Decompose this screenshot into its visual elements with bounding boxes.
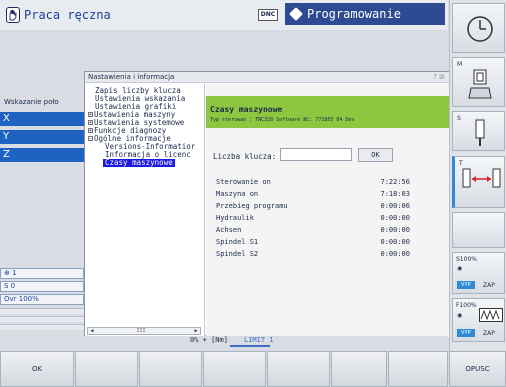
load-value: 0% + [Nm] — [190, 336, 228, 344]
window-controls[interactable]: ? ⊠ — [433, 72, 445, 83]
mode-programming-label: Programowanie — [307, 7, 401, 21]
header-bar: Praca ręczna DNC Programowanie — [0, 0, 448, 30]
axis-x: X — [0, 112, 84, 126]
status-bar — [0, 308, 84, 314]
dnc-icon: DNC — [258, 9, 278, 21]
softkey-empty[interactable] — [331, 351, 387, 387]
axis-y: Y — [0, 130, 84, 144]
m-function-button[interactable]: M — [452, 57, 505, 107]
hand-icon — [6, 7, 20, 23]
key-number-input[interactable] — [280, 148, 352, 161]
time-row: Spindel S1 0:00:00 — [216, 238, 410, 246]
spindle-override[interactable]: S100% ◉ VYP ZAP — [452, 252, 505, 294]
clock-icon — [467, 16, 493, 42]
status-bar — [0, 324, 84, 330]
time-row: Maszyna on 7:18:03 — [216, 190, 410, 198]
softkey-empty[interactable] — [388, 351, 448, 387]
scroll-right-icon[interactable]: ▶ — [192, 328, 200, 334]
spindle-override-value: S100% — [456, 256, 477, 263]
tool-change-icon — [462, 168, 501, 188]
dialog-title: Nastawienia i informacja — [88, 73, 175, 81]
expand-icon[interactable]: + — [88, 128, 93, 134]
feed-override-value: F100% — [456, 302, 477, 309]
tree-horizontal-scrollbar[interactable]: ◀ III ▶ — [87, 327, 201, 335]
axis-z: Z — [0, 148, 84, 162]
s-label: S — [457, 115, 461, 122]
times-list: Sterowanie on 7:22:56 Maszyna on 7:18:03 P… — [206, 178, 446, 262]
mode-manual[interactable]: Praca ręczna — [6, 5, 111, 25]
machine-times-panel: Czasy maszynowe Typ sterowan : TNC320 So… — [206, 84, 451, 337]
status-title: Wskazanie poło — [4, 98, 59, 106]
softkey-empty[interactable] — [75, 351, 138, 387]
tool-status: ⊕ 1 — [0, 268, 84, 279]
softkey-bar: OK OPUSC — [0, 351, 506, 387]
feed-on-label[interactable]: ZAP — [483, 330, 495, 337]
collapse-icon[interactable]: − — [88, 136, 93, 142]
t-function-button[interactable]: T — [452, 156, 505, 208]
key-ok-button[interactable]: OK — [358, 148, 393, 162]
spindle-icon — [475, 119, 485, 146]
softkey-close[interactable]: OPUSC — [449, 351, 506, 387]
s-function-button[interactable]: S — [452, 111, 505, 151]
spindle-override-icon: ◉ — [457, 265, 463, 272]
load-indicator-row: 0% + [Nm] LIMIT 1 — [84, 336, 448, 347]
feed-override[interactable]: F100% ◉ VYP ZAP — [452, 298, 505, 342]
t-label: T — [459, 160, 463, 167]
limit-label: LIMIT 1 — [244, 336, 274, 344]
edit-icon — [289, 7, 303, 21]
override-status: Ovr 100% — [0, 294, 84, 305]
expand-icon[interactable]: + — [88, 112, 93, 118]
softkey-ok[interactable]: OK — [0, 351, 74, 387]
feed-wave-icon — [479, 308, 503, 322]
load-bar — [230, 345, 270, 347]
softkey-empty[interactable] — [203, 351, 266, 387]
time-row: Sterowanie on 7:22:56 — [216, 178, 410, 186]
spindle-on-label[interactable]: ZAP — [483, 282, 495, 289]
scroll-left-icon[interactable]: ◀ — [88, 328, 96, 334]
panel-subtitle: Typ sterowan : TNC320 Software NC: 77185… — [210, 117, 355, 123]
settings-dialog: Nastawienia i informacja ? ⊠ Zapis liczb… — [84, 71, 452, 337]
feed-override-icon: ◉ — [457, 312, 463, 319]
spindle-status: S 0 — [0, 281, 84, 292]
time-row: Achsen 0:00:00 — [216, 226, 410, 234]
settings-tree: Zapis liczby klucza Ustawienia wskazania… — [85, 84, 205, 337]
tree-item-selected[interactable]: Czasy maszynowe — [103, 159, 175, 167]
clock-button[interactable] — [452, 3, 505, 53]
softkey-empty[interactable] — [139, 351, 202, 387]
time-row: Hydraulik 0:00:00 — [216, 214, 410, 222]
softkey-empty[interactable] — [267, 351, 330, 387]
panel-header: Czasy maszynowe Typ sterowan : TNC320 So… — [206, 96, 451, 128]
tool-number: 1 — [12, 269, 17, 277]
mode-manual-label: Praca ręczna — [24, 8, 111, 22]
right-sidebar: M S T S100% ◉ VYP ZAP F100% ◉ VYP ZAP — [449, 0, 506, 351]
time-row: Spindel S2 0:00:00 — [216, 250, 410, 258]
status-bar — [0, 316, 84, 322]
sidebar-empty-button[interactable] — [452, 212, 505, 248]
tool-icon: ⊕ — [4, 269, 10, 277]
machine-icon — [468, 69, 492, 99]
expand-icon[interactable]: + — [88, 120, 93, 126]
m-label: M — [457, 61, 463, 68]
spindle-off-button[interactable]: VYP — [457, 281, 475, 289]
mode-programming[interactable]: Programowanie — [285, 3, 445, 25]
scroll-thumb[interactable]: III — [134, 329, 148, 334]
dialog-titlebar: Nastawienia i informacja ? ⊠ — [85, 72, 451, 83]
key-label: Liczba klucza: — [213, 152, 277, 161]
feed-off-button[interactable]: VYP — [457, 329, 475, 337]
time-row: Przebieg programu 0:00:06 — [216, 202, 410, 210]
panel-title: Czasy maszynowe — [210, 105, 283, 114]
